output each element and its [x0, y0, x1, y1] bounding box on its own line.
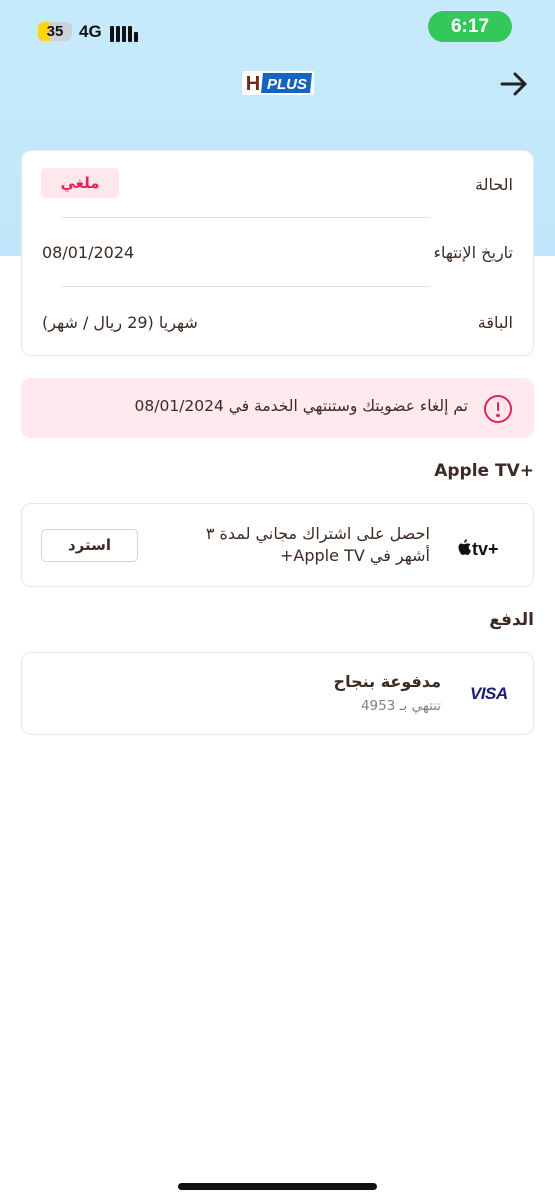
logo-word: PLUS [267, 76, 307, 93]
status-badge: ملغي [41, 168, 119, 198]
promo-text: احصل على اشتراك مجاني لمدة ٣ أشهر في App… [200, 523, 430, 567]
payment-section-title: الدفع [489, 610, 534, 630]
alert-text: تم إلغاء عضويتك وستنتهي الخدمة في 08/01/… [134, 397, 468, 415]
arrow-right-icon[interactable] [499, 70, 529, 98]
promo-line-1: احصل على اشتراك مجاني لمدة ٣ [205, 524, 430, 543]
battery-indicator: 35 [38, 22, 72, 41]
divider [62, 286, 430, 287]
apple-tv-logo-text: tv+ [472, 539, 499, 559]
promo-line-2: أشهر في Apple TV+ [280, 546, 430, 565]
end-date-label: تاريخ الإنتهاء [433, 243, 513, 262]
plan-value: شهريا (29 ريال / شهر) [42, 313, 198, 332]
redeem-button[interactable]: استرد [41, 529, 138, 562]
visa-logo: VISA [470, 684, 508, 703]
plan-label: الباقة [477, 313, 513, 332]
divider [62, 217, 430, 218]
signal-icon [110, 22, 138, 42]
apple-tv-card: tv+ احصل على اشتراك مجاني لمدة ٣ أشهر في… [21, 503, 534, 587]
network-type: 4G [79, 22, 102, 41]
cancellation-alert: تم إلغاء عضويتك وستنتهي الخدمة في 08/01/… [21, 378, 534, 438]
clock: 6:17 [428, 11, 512, 42]
subscription-card: الحالة ملغي تاريخ الإنتهاء 08/01/2024 ال… [21, 150, 534, 356]
end-date-value: 08/01/2024 [42, 243, 135, 262]
logo-letter: H [246, 73, 260, 95]
apple-tv-section-title: Apple TV+ [434, 461, 534, 481]
status-bar: 35 4G 6:17 [0, 0, 555, 60]
status-label: الحالة [475, 175, 513, 194]
apple-tv-logo: tv+ [458, 539, 499, 559]
exclamation-circle-icon [484, 395, 512, 423]
card-info: تنتهي بـ 4953 [360, 698, 441, 714]
payment-card: VISA مدفوعة بنجاح تنتهي بـ 4953 [21, 652, 534, 735]
payment-status: مدفوعة بنجاح [333, 672, 441, 691]
battery-percentage: 35 [46, 23, 64, 40]
home-indicator [178, 1183, 377, 1190]
hplus-logo: H PLUS [242, 71, 314, 95]
